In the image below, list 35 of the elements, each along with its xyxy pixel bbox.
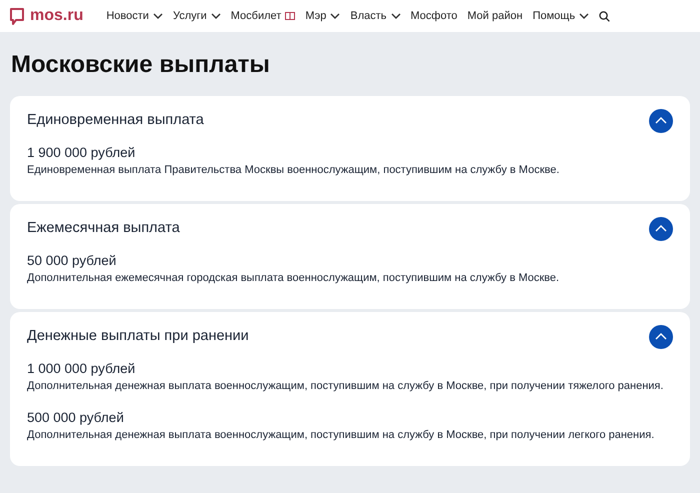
chevron-down-icon [330,13,340,19]
amount-text: 1 000 000 рублей [27,360,136,378]
nav-link[interactable]: Помощь [532,8,590,24]
section-title[interactable]: Денежные выплаты при ранении [27,326,249,348]
chevron-down-icon [390,13,401,19]
chevron-down-icon [579,13,590,19]
nav-link[interactable]: Мосфото [410,8,458,24]
speech-bubble-icon [10,8,24,24]
toggle-button[interactable] [649,216,673,240]
chevron-down-icon [152,13,163,19]
description-text: Единовременная выплата Правительства Москвы военнослужащим, поступившим на службу в Москве. [27,163,560,178]
description-text: Дополнительная денежная выплата военнослужащим, поступившим на службу в Москве, при получении тяжелого ранения. [27,379,664,394]
nav-link[interactable]: Новости [106,8,163,24]
chevron-up-icon [655,117,667,124]
nav-link[interactable]: Мосбилет [230,8,296,24]
nav-link[interactable]: Власть [350,8,401,24]
toggle-button[interactable] [649,108,673,132]
nav-link[interactable]: Услуги [172,8,221,24]
search-icon[interactable] [599,10,610,22]
description-text: Дополнительная денежная выплата военнослужащим, поступившим на службу в Москве, при получении легкого ранения. [27,428,656,443]
amount-text: 500 000 рублей [27,409,125,427]
description-text: Дополнительная ежемесячная городская выплата военнослужащим, поступившим на службу в Москве. [27,271,560,286]
site-logo[interactable]: mos.ru [30,4,84,28]
ticket-icon [285,12,296,20]
amount-text: 1 900 000 рублей [27,144,136,162]
amount-text: 50 000 рублей [27,252,118,270]
toggle-button[interactable] [649,324,673,348]
section-title[interactable]: Единовременная выплата [27,110,204,132]
nav-link[interactable]: Мой район [467,8,523,24]
chevron-down-icon [210,13,221,19]
chevron-up-icon [655,333,667,340]
page-title: Московские выплаты [10,50,271,80]
section-title[interactable]: Ежемесячная выплата [27,218,180,240]
chevron-up-icon [655,225,667,232]
nav-link[interactable]: Мэр [305,8,340,24]
